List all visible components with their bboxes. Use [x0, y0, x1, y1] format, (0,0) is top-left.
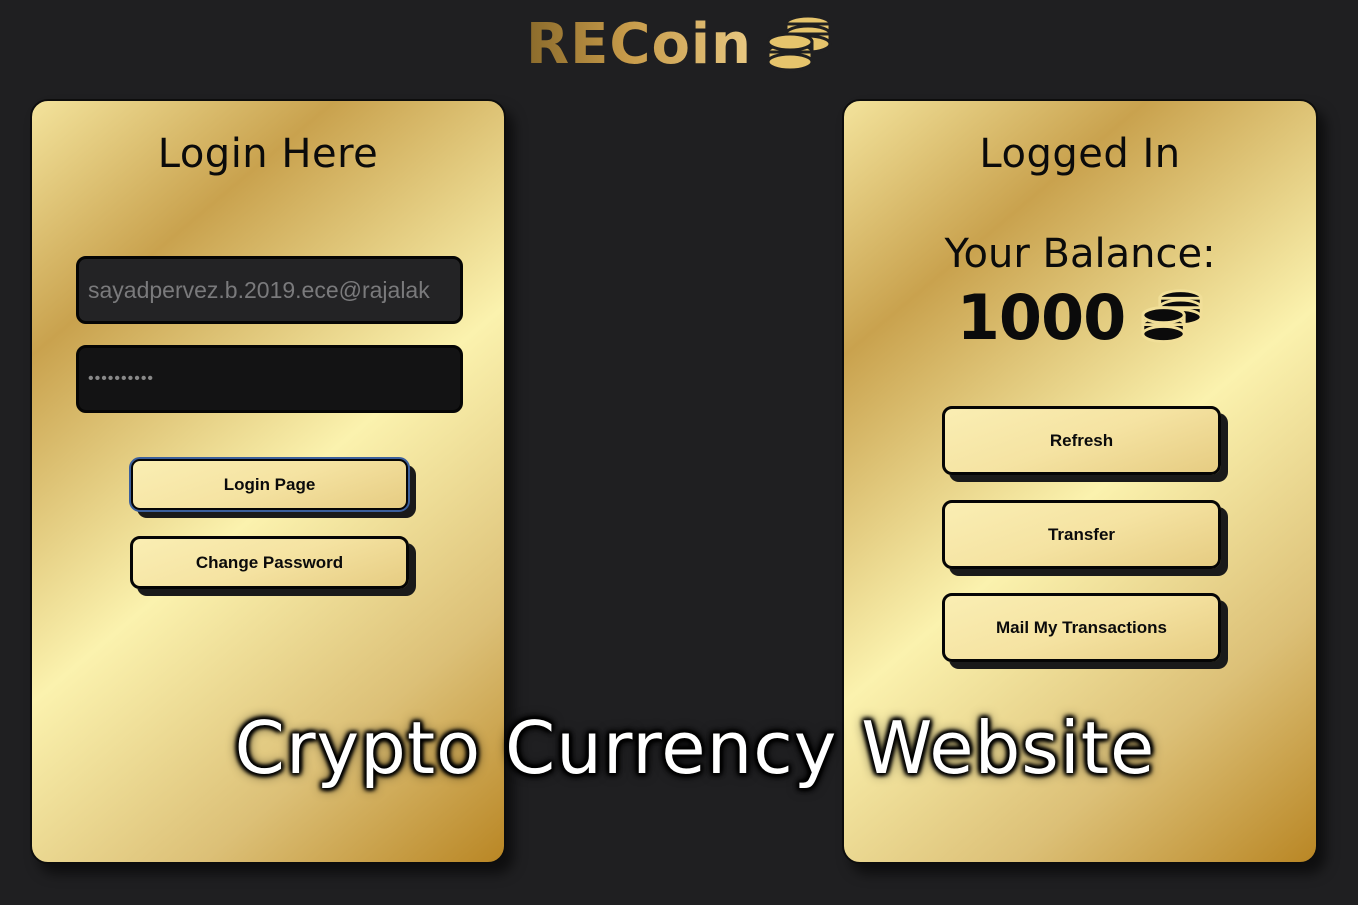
mail-transactions-button[interactable]: Mail My Transactions — [942, 593, 1221, 662]
balance-value: 1000 — [956, 281, 1127, 354]
login-card-title: Login Here — [157, 131, 379, 177]
password-field[interactable] — [76, 345, 463, 413]
account-card-title: Logged In — [979, 131, 1181, 177]
balance-row: 1000 — [844, 281, 1316, 354]
brand-name: RECoin — [526, 10, 752, 80]
transfer-button[interactable]: Transfer — [942, 500, 1221, 569]
change-password-button[interactable]: Change Password — [130, 536, 409, 589]
refresh-button[interactable]: Refresh — [942, 406, 1221, 475]
brand-header: RECoin — [0, 10, 1358, 80]
login-page-button[interactable]: Login Page — [129, 457, 410, 512]
overlay-caption: Crypto Currency Website — [234, 706, 1156, 790]
coins-stack-icon — [1141, 288, 1203, 343]
page: RECoin Login Here Login Page Change Pass… — [0, 0, 1358, 905]
coins-stack-icon — [766, 14, 832, 72]
email-field[interactable] — [76, 256, 463, 324]
balance-label: Your Balance: — [944, 231, 1216, 277]
